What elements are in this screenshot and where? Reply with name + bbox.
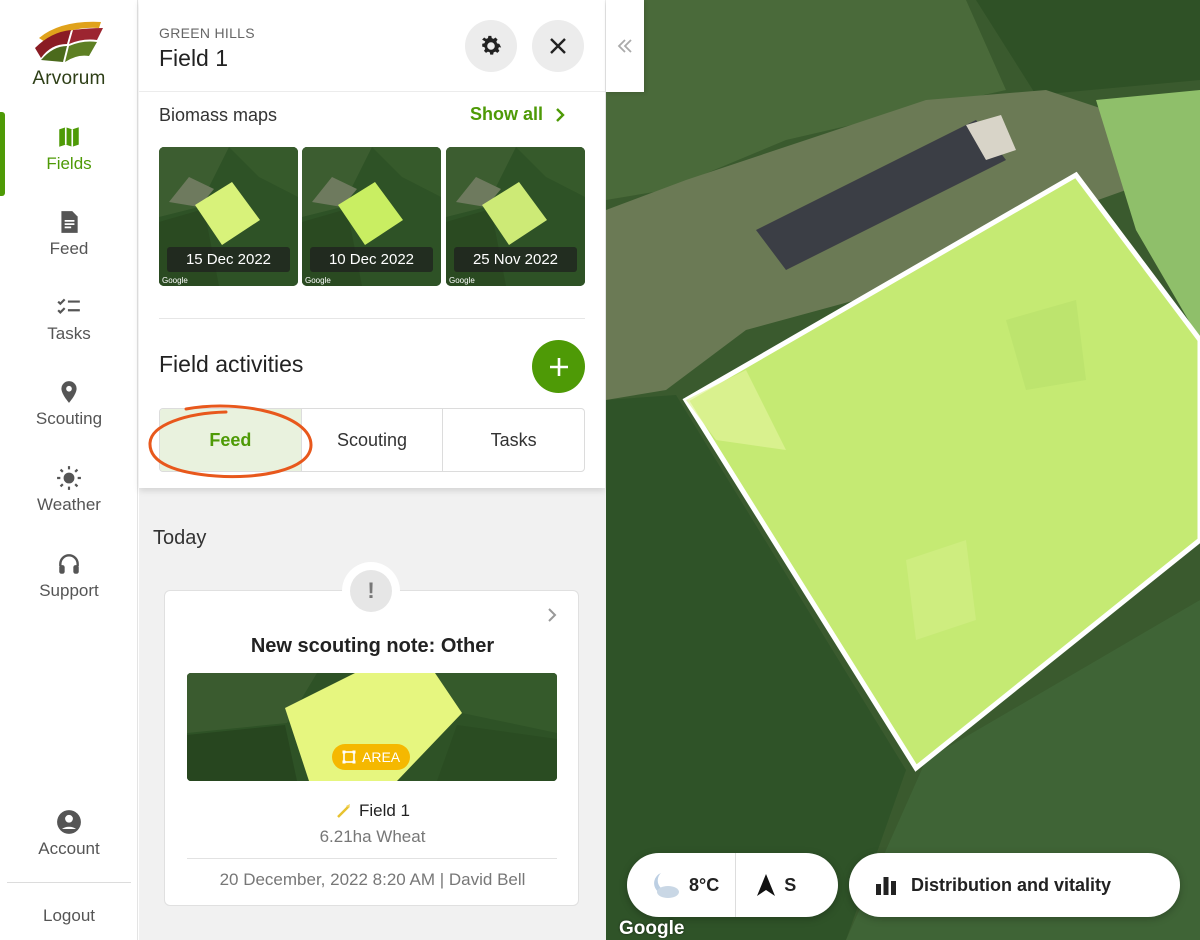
biomass-thumbnail[interactable]: 25 Nov 2022 Google (446, 147, 585, 286)
biomass-date: 25 Nov 2022 (454, 247, 577, 272)
nav-label: Support (39, 581, 99, 600)
nav-label: Fields (46, 154, 92, 173)
note-crop: 6.21ha Wheat (319, 827, 426, 846)
chevron-right-icon (556, 107, 565, 122)
map-icon (59, 127, 79, 147)
map-attribution: Google (449, 276, 475, 285)
sun-icon (57, 466, 81, 490)
field-header-card: GREEN HILLS Field 1 Biomass maps Show al… (139, 0, 605, 488)
map-attribution: Google (162, 276, 188, 285)
note-field: Field 1 (165, 801, 580, 821)
bar-chart-icon (876, 877, 896, 895)
close-button[interactable] (532, 20, 584, 72)
show-all-label: Show all (470, 104, 544, 124)
temperature: 8°C (689, 874, 720, 895)
moon-cloud-icon (654, 873, 679, 898)
satellite-map (606, 0, 1200, 940)
note-field-name: Field 1 (358, 801, 411, 820)
nav-item-tasks[interactable]: Tasks (0, 282, 138, 362)
map-attribution: Google (305, 276, 331, 285)
headset-icon (59, 554, 79, 574)
header-divider (139, 91, 605, 92)
farm-name: GREEN HILLS (159, 25, 255, 41)
section-divider (159, 318, 585, 319)
weather-divider (735, 853, 737, 917)
field-activities-title: Field activities (159, 351, 304, 377)
field-panel: GREEN HILLS Field 1 Biomass maps Show al… (139, 0, 606, 940)
tab-feed[interactable]: Feed (160, 409, 301, 471)
weather-widget[interactable]: 8°C S (627, 853, 838, 917)
nav-item-weather[interactable]: Weather (0, 453, 138, 533)
nav-label: Scouting (35, 409, 103, 428)
note-title: New scouting note: Other (250, 635, 495, 657)
tab-scouting[interactable]: Scouting (300, 409, 443, 471)
feed-group-label: Today (153, 527, 207, 549)
field-title: Field 1 (159, 45, 229, 71)
nav-item-account[interactable]: Account (0, 797, 138, 877)
biomass-thumbnail[interactable]: 10 Dec 2022 Google (302, 147, 441, 286)
note-meta: 20 December, 2022 8:20 AM | David Bell (219, 870, 526, 889)
scouting-note-card[interactable]: New scouting note: Other AREA Field 1 6.… (164, 590, 579, 906)
nav-item-fields[interactable]: Fields (0, 112, 138, 196)
wind-direction: S (784, 874, 797, 895)
nav-divider (7, 882, 131, 883)
biomass-date: 15 Dec 2022 (167, 247, 290, 272)
nav-label: Weather (37, 495, 101, 514)
double-chevron-left-icon (617, 39, 632, 53)
area-badge-label: AREA (362, 749, 401, 765)
checklist-icon (57, 298, 80, 314)
settings-button[interactable] (465, 20, 517, 72)
brand-name: Arvorum (32, 68, 106, 89)
biomass-section-title: Biomass maps (159, 105, 278, 125)
area-badge: AREA (332, 744, 411, 770)
biomass-thumbnail[interactable]: 15 Dec 2022 Google (159, 147, 298, 286)
document-icon (61, 211, 78, 233)
tab-tasks[interactable]: Tasks (442, 409, 584, 471)
note-divider (187, 858, 557, 859)
chevron-right-icon (548, 608, 557, 622)
note-map-preview: AREA (187, 673, 557, 781)
nav-item-scouting[interactable]: Scouting (0, 367, 138, 447)
wind-direction-icon (757, 874, 776, 896)
biomass-date: 10 Dec 2022 (310, 247, 433, 272)
arvorum-logo-icon (35, 21, 103, 62)
nav-item-feed[interactable]: Feed (0, 197, 138, 277)
nav-label: Tasks (47, 324, 91, 343)
map-attribution-logo: Google (619, 918, 685, 939)
sidebar: Arvorum Fields Feed Tasks Scouting Weath… (0, 0, 138, 940)
distribution-vitality-button[interactable]: Distribution and vitality (849, 853, 1180, 917)
show-all-link[interactable]: Show all (470, 104, 565, 125)
account-icon (57, 810, 81, 834)
distribution-label: Distribution and vitality (911, 874, 1112, 895)
activity-tabs: Feed Scouting Tasks (159, 408, 585, 472)
collapse-panel-button[interactable] (606, 0, 644, 92)
plus-icon (549, 357, 568, 376)
nav-label: Account (38, 839, 100, 858)
nav-label: Feed (49, 239, 89, 258)
field-map[interactable] (606, 0, 1200, 940)
location-pin-icon (61, 381, 77, 403)
gear-icon (482, 35, 502, 55)
logout-link[interactable]: Logout (0, 906, 138, 926)
close-icon (550, 38, 566, 54)
logo[interactable]: Arvorum (0, 18, 138, 90)
area-icon (342, 750, 356, 764)
exclamation-icon: ! (350, 570, 392, 612)
alert-badge: ! (342, 562, 400, 620)
nav-item-support[interactable]: Support (0, 539, 138, 619)
wheat-icon (337, 804, 350, 818)
add-activity-button[interactable] (532, 340, 585, 393)
